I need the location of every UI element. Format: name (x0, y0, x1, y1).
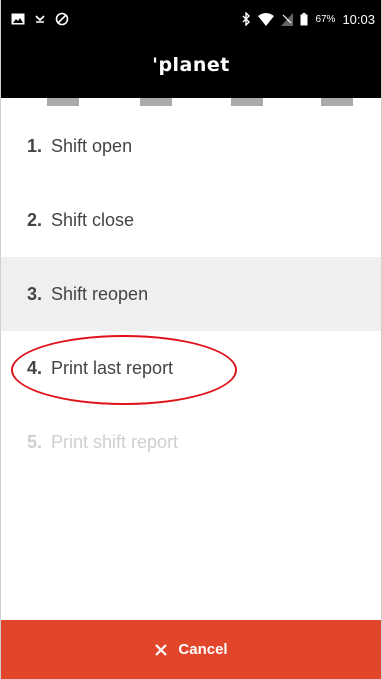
status-bar: 67% 10:03 (1, 0, 381, 38)
battery-icon (300, 12, 308, 26)
gallery-icon (11, 13, 25, 25)
brand-logo: 'planet (152, 54, 230, 76)
menu-item-label: Print last report (51, 357, 174, 378)
missed-call-icon (34, 13, 46, 25)
app-screen: 67% 10:03 'planet 1. Shift open 2. Shift… (0, 0, 382, 679)
menu-item-label: Shift reopen (51, 283, 149, 304)
menu-item-print-shift-report: 5. Print shift report (1, 405, 381, 479)
sim-icon (281, 12, 294, 26)
battery-percent: 67% (315, 13, 336, 25)
wifi-icon (258, 12, 275, 26)
step-bar (231, 98, 263, 106)
menu-item-number: 2. (27, 209, 43, 230)
step-bar (321, 98, 353, 106)
status-right: 67% 10:03 (241, 12, 375, 27)
menu-item-shift-close[interactable]: 2. Shift close (1, 183, 381, 257)
menu-item-shift-reopen[interactable]: 3. Shift reopen (1, 257, 381, 331)
menu-item-label: Shift open (51, 135, 133, 156)
cancel-label: Cancel (178, 641, 228, 658)
menu-item-label: Shift close (51, 209, 135, 230)
bluetooth-icon (241, 12, 251, 26)
menu-item-label: Print shift report (51, 431, 179, 452)
menu-item-number: 4. (27, 357, 43, 378)
clock: 10:03 (342, 11, 375, 27)
shift-menu: 1. Shift open 2. Shift close 3. Shift re… (1, 109, 381, 479)
status-left (11, 12, 69, 26)
step-bar (140, 98, 172, 106)
step-indicator (1, 98, 381, 106)
app-header: 'planet (1, 38, 381, 98)
cancel-button[interactable]: Cancel (1, 620, 381, 679)
step-bar (47, 98, 79, 106)
no-signal-icon (55, 12, 69, 26)
menu-item-shift-open[interactable]: 1. Shift open (1, 109, 381, 183)
menu-item-number: 5. (27, 431, 43, 452)
close-icon (154, 643, 168, 657)
menu-item-number: 1. (27, 135, 43, 156)
menu-item-number: 3. (27, 283, 43, 304)
menu-item-print-last-report[interactable]: 4. Print last report (1, 331, 381, 405)
